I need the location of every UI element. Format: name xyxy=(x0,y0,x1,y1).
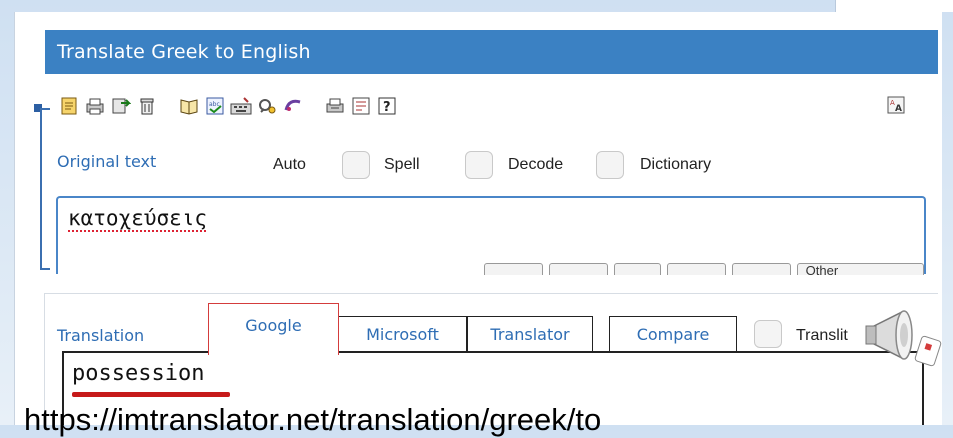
translate-settings-icon[interactable]: AA xyxy=(886,94,908,116)
keyboard-select-2[interactable] xyxy=(548,263,608,275)
source-text: κατοχεύσεις xyxy=(68,206,208,230)
keyboard-selectors: Other xyxy=(484,263,924,275)
decode-label: Decode xyxy=(508,156,564,173)
spellcheck-icon[interactable]: abc xyxy=(204,95,226,117)
keyboard-select-3[interactable] xyxy=(613,263,661,275)
print-preview-icon[interactable] xyxy=(324,95,346,117)
svg-text:abc: abc xyxy=(209,101,220,108)
export-icon[interactable] xyxy=(110,95,132,117)
page-title: Translate Greek to English xyxy=(45,30,938,74)
translit-label: Translit xyxy=(796,327,848,344)
translation-result: possession xyxy=(72,361,205,386)
spell-label: Spell xyxy=(384,156,420,173)
keyboard-select-other[interactable]: Other xyxy=(796,263,924,275)
megaphone-icon[interactable] xyxy=(862,300,950,376)
section-bracket xyxy=(40,108,50,270)
toolbar: abc ? xyxy=(58,92,402,120)
dictionary-label: Dictionary xyxy=(640,156,712,173)
dictionary-checkbox[interactable] xyxy=(596,151,624,179)
svg-text:?: ? xyxy=(383,100,391,115)
history-icon[interactable] xyxy=(282,95,304,117)
translation-label: Translation xyxy=(57,326,145,345)
font-size-icon[interactable] xyxy=(350,95,372,117)
keyboard-select-5[interactable] xyxy=(731,263,791,275)
virtual-keyboard-icon[interactable] xyxy=(230,95,252,117)
tab-translator[interactable]: Translator xyxy=(467,316,593,352)
tab-microsoft[interactable]: Microsoft xyxy=(339,316,467,352)
settings-icon[interactable] xyxy=(256,95,278,117)
auto-label: Auto xyxy=(273,156,306,173)
keyboard-select-4[interactable] xyxy=(666,263,726,275)
original-text-label: Original text xyxy=(57,152,157,171)
spell-checkbox[interactable] xyxy=(342,151,370,179)
url-caption: https://imtranslator.net/translation/gre… xyxy=(24,402,602,437)
tab-compare[interactable]: Compare xyxy=(609,316,737,352)
tab-google[interactable]: Google xyxy=(208,303,339,355)
delete-icon[interactable] xyxy=(136,95,158,117)
decode-checkbox[interactable] xyxy=(465,151,493,179)
background-panel xyxy=(835,0,953,12)
clear-text-icon[interactable] xyxy=(58,95,80,117)
dictionary-icon[interactable] xyxy=(178,95,200,117)
translit-checkbox[interactable] xyxy=(754,320,782,348)
print-icon[interactable] xyxy=(84,95,106,117)
section-divider xyxy=(44,293,938,294)
keyboard-select-1[interactable] xyxy=(484,263,543,275)
highlight-underline xyxy=(72,392,230,397)
help-icon[interactable]: ? xyxy=(376,95,398,117)
svg-text:A: A xyxy=(895,104,902,114)
